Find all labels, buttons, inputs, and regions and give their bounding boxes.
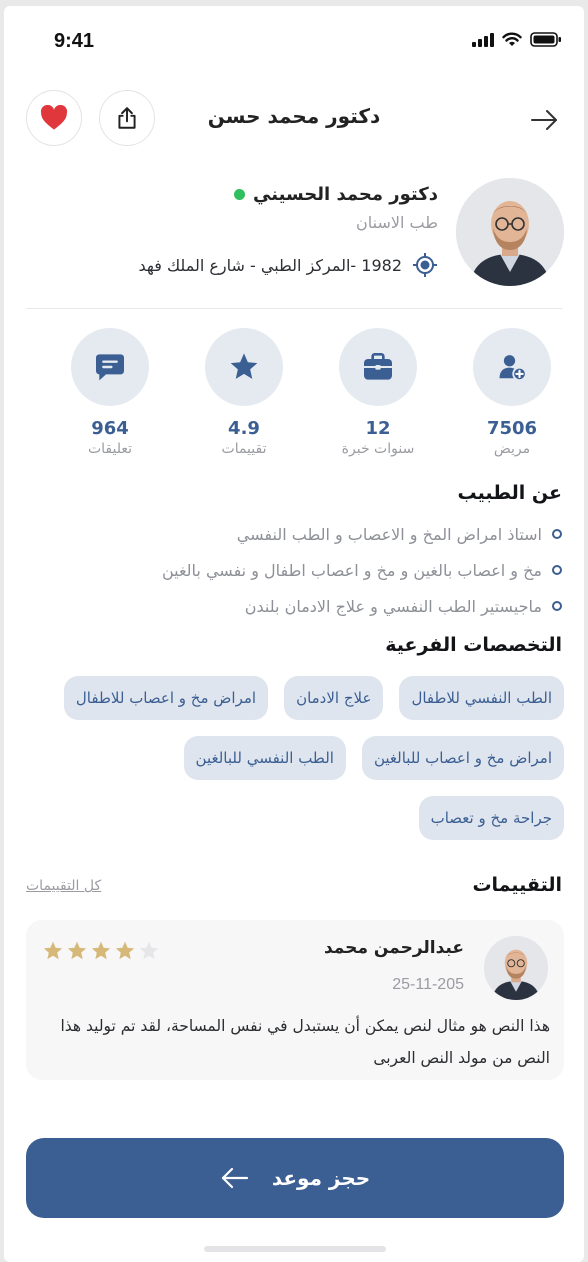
- doctor-profile-screen: 9:41 دكتور محمد حسن دكتور محمد الحسيني ط…: [4, 6, 584, 1262]
- doctor-address: 1982 -المركز الطبي - شارع الملك فهد: [138, 255, 402, 275]
- stat-patients: 7506 مريض: [472, 328, 552, 457]
- stat-experience: 12 سنوات خبرة: [338, 328, 418, 457]
- about-list: استاذ امراض المخ و الاعصاب و الطب النفسي…: [22, 516, 562, 624]
- doctor-address-row: 1982 -المركز الطبي - شارع الملك فهد: [138, 252, 438, 278]
- stat-icon-circle: [205, 328, 283, 406]
- online-status-dot: [234, 189, 246, 200]
- book-appointment-label: حجز موعد: [271, 1166, 371, 1190]
- doctor-avatar: [456, 178, 564, 286]
- stat-label: تقييمات: [221, 441, 267, 457]
- star-icon: [230, 353, 258, 379]
- stat-label: سنوات خبرة: [341, 441, 415, 457]
- doctor-name-row: دكتور محمد الحسيني: [234, 184, 438, 205]
- chat-icon: [96, 354, 124, 381]
- star-icon: [139, 941, 159, 960]
- heart-icon: [40, 105, 68, 130]
- stat-value: 12: [365, 418, 391, 439]
- battery-icon: [530, 32, 561, 47]
- star-icon: [43, 941, 63, 960]
- all-reviews-link[interactable]: كل التقييمات: [26, 878, 101, 894]
- doctor-specialty: طب الاسنان: [356, 213, 438, 232]
- stat-label: مريض: [493, 441, 531, 457]
- home-indicator: [204, 1246, 386, 1252]
- subspecialty-chip[interactable]: علاج الادمان: [284, 676, 384, 720]
- arrow-right-icon: [531, 110, 557, 130]
- divider: [26, 308, 562, 309]
- reviewer-avatar: [484, 936, 548, 1000]
- page-title: دكتور محمد حسن: [207, 104, 381, 128]
- subspecialty-chip[interactable]: امراض مخ و اعصاب للاطفال: [63, 676, 269, 720]
- stat-icon-circle: [473, 328, 551, 406]
- subspecialty-chip[interactable]: جراحة مخ و تعصاب: [418, 796, 564, 840]
- doctor-name: دكتور محمد الحسيني: [253, 184, 438, 205]
- reviewer-name: عبدالرحمن محمد: [323, 938, 464, 958]
- stat-comments: 964 تعليقات: [70, 328, 150, 457]
- about-item: مخ و اعصاب بالغين و مخ و اعصاب اطفال و ن…: [22, 552, 562, 588]
- subspecialty-chips: الطب النفسي للاطفال علاج الادمان امراض م…: [24, 676, 564, 840]
- reviewer-photo: [484, 936, 548, 1000]
- arrow-left-icon: [221, 1167, 248, 1189]
- stat-icon-circle: [71, 328, 149, 406]
- status-time: 9:41: [54, 30, 95, 52]
- location-target-icon: [413, 253, 437, 277]
- add-patient-icon: [499, 355, 527, 382]
- review-text: هذا النص هو مثال لنص يمكن أن يستبدل في ن…: [60, 1017, 550, 1067]
- stat-value: 7506: [486, 418, 538, 439]
- about-item-text: ماجيستير الطب النفسي و علاج الادمان بلند…: [244, 596, 542, 616]
- signal-icon: [472, 32, 494, 47]
- star-icon: [115, 941, 135, 960]
- stat-value: 4.9: [228, 418, 260, 439]
- stat-rating: 4.9 تقييمات: [204, 328, 284, 457]
- bullet-icon: [552, 601, 562, 611]
- briefcase-icon: [364, 353, 392, 380]
- about-item-text: استاذ امراض المخ و الاعصاب و الطب النفسي: [236, 524, 542, 544]
- review-card: عبدالرحمن محمد 25-11-205 هذا النص هو مثا…: [26, 920, 564, 1080]
- back-button[interactable]: [526, 102, 562, 138]
- about-title: عن الطبيب: [457, 482, 562, 504]
- doctor-photo: [456, 178, 564, 286]
- about-item: استاذ امراض المخ و الاعصاب و الطب النفسي: [22, 516, 562, 552]
- star-icon: [91, 941, 111, 960]
- favorite-button[interactable]: [26, 90, 82, 146]
- review-date: 25-11-205: [392, 976, 464, 993]
- wifi-icon: [502, 32, 522, 46]
- stat-label: تعليقات: [87, 441, 133, 457]
- stat-icon-circle: [339, 328, 417, 406]
- book-appointment-button[interactable]: حجز موعد: [26, 1138, 564, 1218]
- subspecialty-chip[interactable]: امراض مخ و اعصاب للبالغين: [361, 736, 564, 780]
- stat-value: 964: [91, 418, 129, 439]
- bullet-icon: [552, 565, 562, 575]
- subspecialty-chip[interactable]: الطب النفسي للاطفال: [399, 676, 564, 720]
- subspecialty-chip[interactable]: الطب النفسي للبالغين: [183, 736, 346, 780]
- review-stars: [42, 940, 160, 962]
- about-item-text: مخ و اعصاب بالغين و مخ و اعصاب اطفال و ن…: [161, 560, 542, 580]
- subspecialties-title: التخصصات الفرعية: [385, 634, 562, 656]
- share-button[interactable]: [99, 90, 155, 146]
- status-icons: [472, 32, 562, 47]
- about-item: ماجيستير الطب النفسي و علاج الادمان بلند…: [22, 588, 562, 624]
- star-icon: [67, 941, 87, 960]
- reviews-title: التقييمات: [472, 874, 562, 896]
- share-icon: [118, 107, 136, 129]
- bullet-icon: [552, 529, 562, 539]
